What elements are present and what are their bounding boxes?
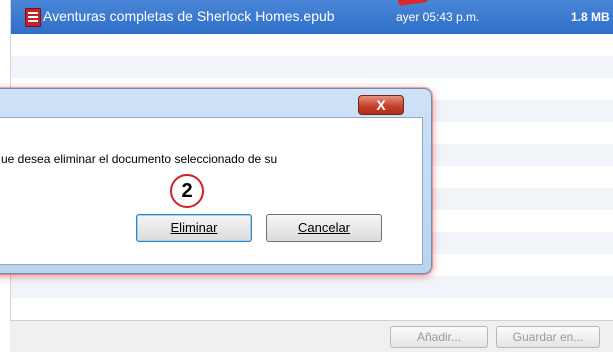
bottom-toolbar: Añadir... Guardar en... xyxy=(10,320,613,352)
list-item xyxy=(11,56,613,78)
list-item xyxy=(11,276,613,298)
eliminar-button-label: Eliminar xyxy=(170,220,218,235)
dialog-message: ue desea eliminar el documento seleccion… xyxy=(1,152,278,166)
list-item xyxy=(11,298,613,320)
eliminar-button[interactable]: Eliminar xyxy=(136,214,252,242)
cancelar-button-label: Cancelar xyxy=(297,220,351,235)
save-to-button[interactable]: Guardar en... xyxy=(496,326,600,348)
dialog-body: ue desea eliminar el documento seleccion… xyxy=(0,117,423,265)
file-modified: ayer 05:43 p.m. xyxy=(396,10,480,24)
list-item xyxy=(11,34,613,56)
cancelar-button[interactable]: Cancelar xyxy=(266,214,382,242)
file-name: Aventuras completas de Sherlock Homes.ep… xyxy=(43,8,335,24)
epub-file-icon xyxy=(25,8,41,27)
step-number-badge: 2 xyxy=(170,174,204,208)
close-icon[interactable]: X xyxy=(358,95,404,115)
file-size: 1.8 MB xyxy=(571,10,610,24)
file-row-selected[interactable]: Aventuras completas de Sherlock Homes.ep… xyxy=(11,0,613,34)
add-button[interactable]: Añadir... xyxy=(390,326,488,348)
confirm-delete-dialog: X ue desea eliminar el documento selecci… xyxy=(0,88,432,274)
